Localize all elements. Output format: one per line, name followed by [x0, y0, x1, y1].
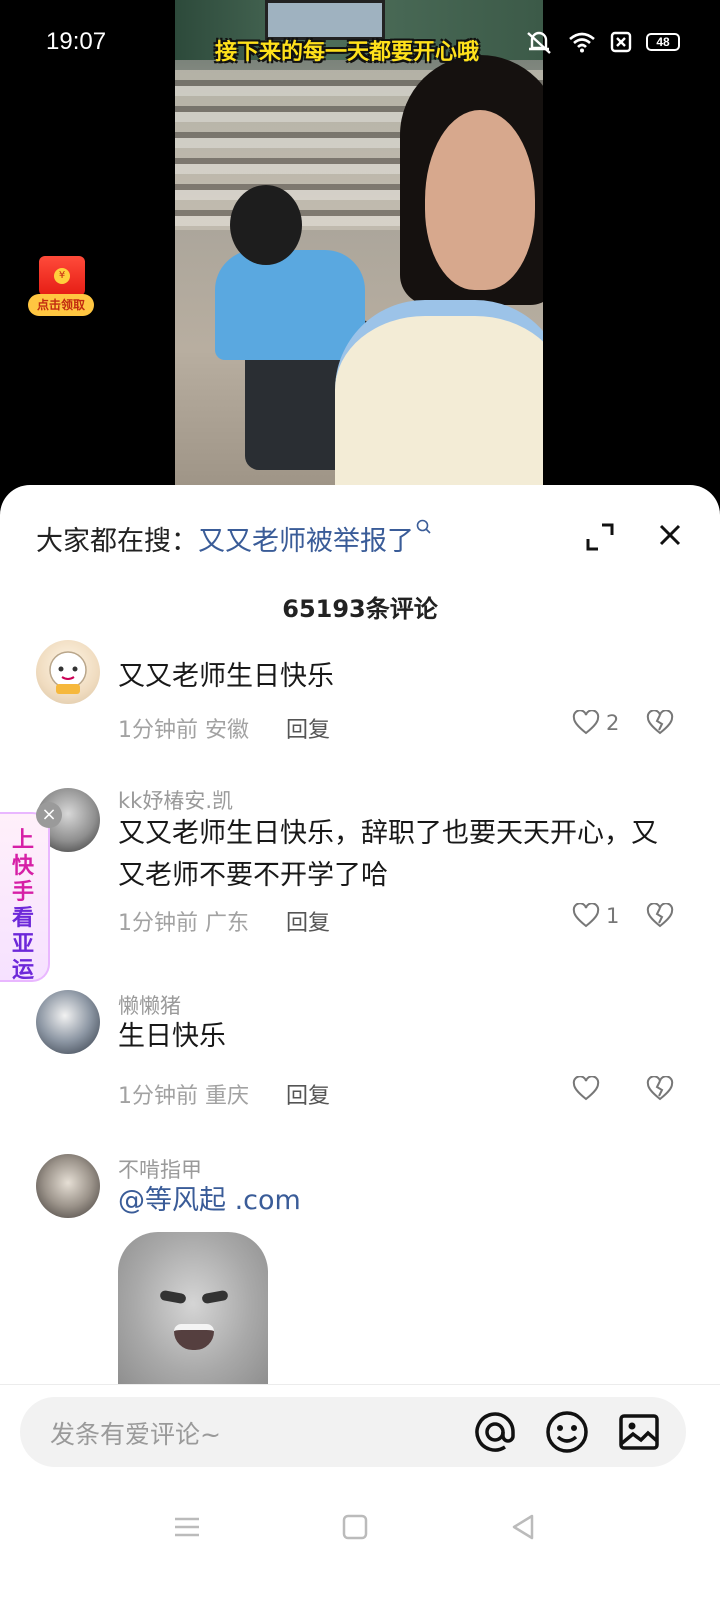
dislike-button[interactable]: [646, 709, 674, 740]
video-player[interactable]: 接下来的每一天都要开心哦: [0, 0, 720, 500]
battery-icon: 48: [646, 33, 680, 51]
broken-heart-icon: [646, 1075, 674, 1101]
like-button[interactable]: 2: [572, 710, 619, 736]
image-icon[interactable]: [616, 1409, 662, 1455]
side-promo-banner[interactable]: × 上快手 看亚运: [0, 802, 62, 984]
reply-button[interactable]: 回复: [286, 1078, 330, 1110]
promo-line2: 看亚运: [11, 906, 34, 983]
coin-icon: ¥: [54, 268, 70, 284]
comment-input-placeholder: 发条有爱评论~: [50, 1420, 221, 1449]
comment-meta: 1分钟前 广东: [118, 905, 249, 937]
sheep-avatar-icon: [49, 651, 87, 694]
like-button[interactable]: 1: [572, 903, 619, 929]
dislike-button[interactable]: [646, 1075, 674, 1106]
reply-button[interactable]: 回复: [286, 712, 330, 744]
back-icon[interactable]: [508, 1512, 538, 1542]
input-divider: [0, 1384, 720, 1385]
heart-icon: [572, 903, 600, 928]
search-icon: [416, 519, 432, 540]
comment-list[interactable]: 又又老师生日快乐 1分钟前 安徽 回复 2 kk妤椿安.凯 又又老师生日快乐，辞…: [0, 640, 720, 1385]
lion-sticker[interactable]: [118, 1232, 268, 1385]
search-suggestion[interactable]: 大家都在搜：又又老师被举报了: [36, 519, 432, 558]
no-sim-icon: [610, 31, 632, 53]
comment-text: 又又老师生日快乐，辞职了也要天天开心，又又老师不要不开学了哈: [118, 818, 658, 891]
at-mention-icon[interactable]: [472, 1409, 518, 1455]
broken-heart-icon: [646, 709, 674, 735]
emoji-icon[interactable]: [544, 1409, 590, 1455]
like-count: 2: [606, 711, 620, 735]
comment-location: 广东: [205, 911, 250, 936]
promo-line1: 上快手: [11, 828, 34, 905]
search-prefix: 大家都在搜：: [36, 526, 198, 557]
comment-meta: 1分钟前 重庆: [118, 1078, 249, 1110]
video-student-head: [230, 185, 302, 265]
comment-text: 又又老师生日快乐: [118, 661, 334, 692]
broken-heart-icon: [646, 902, 674, 928]
dislike-button[interactable]: [646, 902, 674, 933]
home-icon[interactable]: [340, 1512, 370, 1542]
comment-count: 65193条评论: [282, 595, 438, 623]
video-caption: 接下来的每一天都要开心哦: [215, 40, 480, 65]
promo-text: 上快手 看亚运: [8, 828, 38, 984]
search-keyword[interactable]: 又又老师被举报了: [198, 526, 414, 557]
red-envelope-button[interactable]: ¥ 点击领取: [28, 254, 94, 320]
system-nav-bar: [0, 1490, 720, 1600]
promo-close-icon[interactable]: ×: [36, 802, 62, 828]
mention-link[interactable]: @等风起: [118, 1185, 226, 1216]
comment-meta: 1分钟前 安徽: [118, 712, 249, 744]
sticker-eye: [159, 1289, 187, 1305]
comment-text: @等风起 .com: [118, 1180, 678, 1222]
menu-icon[interactable]: [172, 1512, 202, 1542]
mention-suffix: .com: [234, 1185, 301, 1216]
video-girl-shirt: [335, 300, 543, 500]
video-girl-face: [425, 110, 535, 290]
comment-text: 生日快乐: [118, 1021, 226, 1052]
comment-time: 1分钟前: [118, 718, 198, 743]
comment-location: 重庆: [205, 1084, 250, 1109]
like-count: 1: [606, 904, 620, 928]
red-envelope-label: 点击领取: [28, 294, 94, 316]
avatar[interactable]: [36, 990, 100, 1054]
reply-button[interactable]: 回复: [286, 905, 330, 937]
avatar[interactable]: [36, 1154, 100, 1218]
wifi-icon: [569, 32, 595, 53]
comment-location: 安徽: [205, 718, 250, 743]
video-frame: 接下来的每一天都要开心哦: [175, 0, 543, 500]
comment-time: 1分钟前: [118, 1084, 198, 1109]
video-student: [215, 250, 365, 360]
sticker-mouth: [174, 1324, 214, 1350]
avatar[interactable]: [36, 640, 100, 704]
expand-icon[interactable]: [582, 519, 618, 555]
heart-icon: [572, 1076, 600, 1101]
status-icons: 48: [524, 30, 680, 54]
comment-username[interactable]: kk妤椿安.凯: [118, 785, 233, 815]
comment-time: 1分钟前: [118, 911, 198, 936]
like-button[interactable]: [572, 1076, 606, 1102]
sticker-eye: [201, 1289, 229, 1305]
mute-icon: [527, 31, 551, 54]
heart-icon: [572, 710, 600, 735]
close-icon[interactable]: [652, 517, 688, 553]
status-time: 19:07: [46, 28, 107, 55]
comment-input[interactable]: 发条有爱评论~: [20, 1397, 686, 1467]
